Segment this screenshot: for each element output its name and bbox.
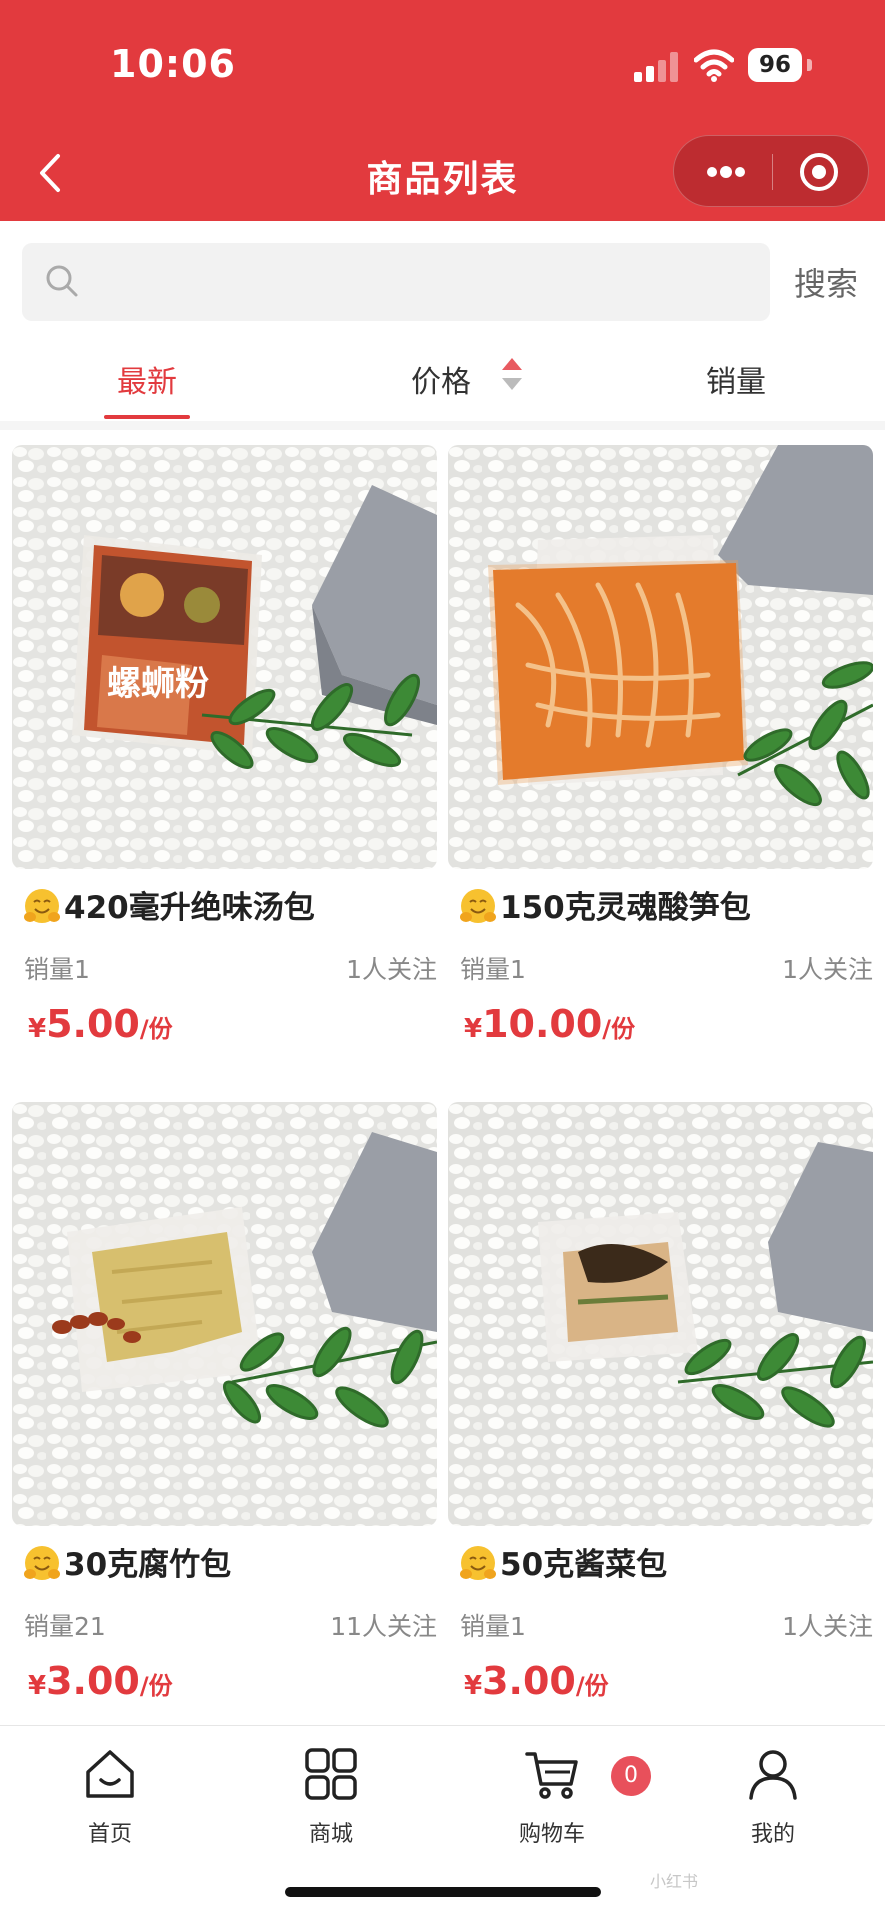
search-input[interactable]	[94, 243, 754, 321]
price-amount: 5.00	[46, 1002, 140, 1046]
home-indicator	[285, 1887, 601, 1897]
sort-tabs: 最新 价格 销量	[0, 331, 885, 421]
product-grid: 螺蛳粉 420毫升绝味汤包 销量1 1人关注 ¥5.00/份 150克灵魂酸笋包…	[0, 430, 885, 1725]
signal-icon	[634, 52, 678, 82]
product-sales: 销量21	[24, 1612, 106, 1641]
tabbar-item-me[interactable]: 我的	[713, 1746, 833, 1848]
price-amount: 10.00	[482, 1002, 603, 1046]
product-image	[448, 445, 873, 869]
product-follows: 1人关注	[346, 955, 437, 984]
product-title: 150克灵魂酸笋包	[458, 882, 751, 927]
product-follows: 1人关注	[782, 955, 873, 984]
hug-emoji-icon	[460, 889, 496, 923]
battery-level: 96	[748, 48, 802, 82]
tabbar-label: 首页	[87, 1822, 132, 1847]
tabbar-item-mall[interactable]: 商城	[271, 1746, 391, 1848]
active-tab-indicator	[104, 415, 190, 419]
product-sales: 销量1	[24, 955, 90, 984]
wifi-icon	[694, 49, 734, 82]
sort-arrows-icon[interactable]	[500, 353, 524, 395]
pouch-label: 螺蛳粉	[107, 664, 209, 704]
product-card[interactable]: 150克灵魂酸笋包 销量1 1人关注 ¥10.00/份	[448, 430, 873, 1070]
search-bar: 搜索	[0, 221, 885, 331]
search-box	[22, 243, 770, 321]
tabbar-label: 我的	[750, 1822, 795, 1847]
tabbar-item-home[interactable]: 首页	[50, 1746, 170, 1848]
tabbar-item-cart[interactable]: 购物车	[492, 1746, 612, 1848]
product-title: 50克酱菜包	[458, 1539, 667, 1584]
price-amount: 3.00	[46, 1659, 140, 1703]
status-bar: 10:06 96	[0, 0, 885, 130]
more-icon[interactable]	[702, 158, 750, 186]
hug-emoji-icon	[24, 889, 60, 923]
grid-icon	[305, 1748, 357, 1800]
price-amount: 3.00	[482, 1659, 576, 1703]
product-card[interactable]: 螺蛳粉 420毫升绝味汤包 销量1 1人关注 ¥5.00/份	[12, 430, 437, 1070]
product-sales: 销量1	[460, 955, 526, 984]
user-icon	[749, 1750, 797, 1800]
product-title-text: 420毫升绝味汤包	[64, 890, 315, 926]
watermark: 小红书	[650, 1872, 699, 1891]
product-price: ¥3.00/份	[28, 1659, 173, 1703]
hug-emoji-icon	[460, 1546, 496, 1580]
home-icon	[86, 1750, 134, 1798]
nav-bar: 商品列表	[0, 130, 885, 221]
product-title-text: 30克腐竹包	[64, 1547, 232, 1583]
product-sales: 销量1	[460, 1612, 526, 1641]
status-time: 10:06	[110, 42, 236, 86]
close-target-icon[interactable]	[798, 151, 840, 193]
search-icon	[46, 265, 78, 297]
product-title-text: 50克酱菜包	[500, 1547, 668, 1583]
product-title-text: 150克灵魂酸笋包	[500, 890, 751, 926]
tabbar-label: 商城	[308, 1822, 353, 1847]
mini-program-capsule	[673, 135, 869, 207]
product-price: ¥3.00/份	[464, 1659, 609, 1703]
product-follows: 11人关注	[330, 1612, 437, 1641]
tab-newest[interactable]: 最新	[117, 357, 177, 401]
product-follows: 1人关注	[782, 1612, 873, 1641]
tab-sales[interactable]: 销量	[706, 357, 766, 401]
product-card[interactable]: 30克腐竹包 销量21 11人关注 ¥3.00/份	[12, 1087, 437, 1727]
product-price: ¥10.00/份	[464, 1002, 636, 1046]
tabbar-label: 购物车	[518, 1822, 585, 1847]
hug-emoji-icon	[24, 1546, 60, 1580]
product-image	[12, 1102, 437, 1526]
product-title: 420毫升绝味汤包	[22, 882, 315, 927]
product-price: ¥5.00/份	[28, 1002, 173, 1046]
battery-icon: 96	[748, 48, 812, 82]
product-image: 螺蛳粉	[12, 445, 437, 869]
cart-icon	[525, 1752, 578, 1799]
product-image	[448, 1102, 873, 1526]
product-card[interactable]: 50克酱菜包 销量1 1人关注 ¥3.00/份	[448, 1087, 873, 1727]
cart-badge: 0	[611, 1756, 651, 1796]
header: 10:06 96 商品列表	[0, 0, 885, 221]
tab-price[interactable]: 价格	[411, 357, 471, 401]
product-title: 30克腐竹包	[22, 1539, 231, 1584]
search-button[interactable]: 搜索	[794, 259, 858, 305]
